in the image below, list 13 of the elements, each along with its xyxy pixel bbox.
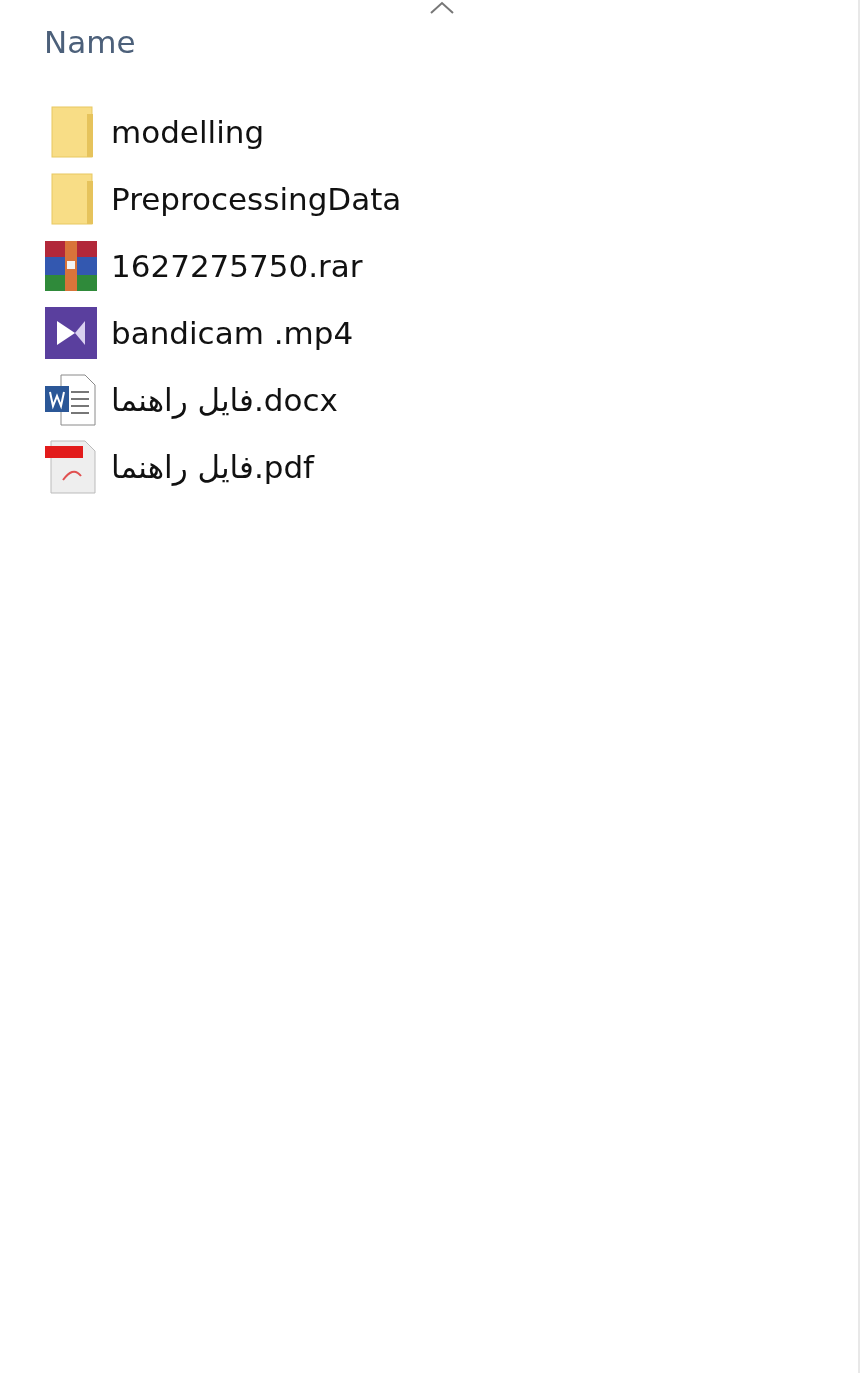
folder-icon bbox=[51, 105, 95, 158]
file-name[interactable]: PreprocessingData bbox=[111, 178, 402, 219]
file-name[interactable]: 1627275750.rar bbox=[111, 245, 363, 286]
file-name[interactable]: فایل راهنما.docx bbox=[111, 379, 338, 420]
file-name[interactable]: modelling bbox=[111, 111, 265, 152]
file-name[interactable]: bandicam .mp4 bbox=[111, 312, 354, 353]
file-name[interactable]: فایل راهنما.pdf bbox=[111, 446, 314, 487]
video-icon bbox=[45, 306, 97, 359]
name-column-header[interactable]: Name bbox=[44, 22, 136, 62]
folder-icon bbox=[51, 172, 95, 225]
archive-icon bbox=[45, 240, 97, 291]
pdf-icon bbox=[45, 439, 97, 494]
document-icon bbox=[45, 373, 97, 426]
